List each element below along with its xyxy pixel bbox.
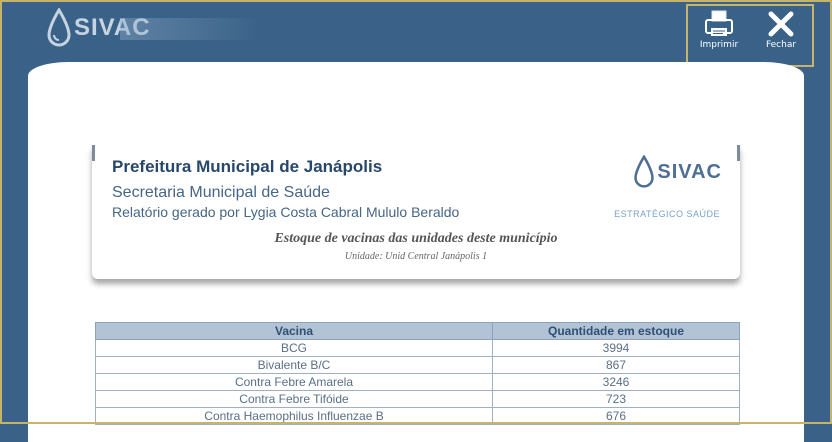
print-label: Imprimir xyxy=(699,40,739,50)
table-row: BCG 3994 xyxy=(95,339,740,357)
table-row: Bivalente B/C 867 xyxy=(95,356,740,374)
report-logo-tagline: ESTRATÉGICO SAÚDE xyxy=(614,209,720,219)
report-logo-text: SIVAC xyxy=(657,160,722,183)
report-heading: Estoque de vacinas das unidades deste mu… xyxy=(274,231,558,246)
vaccine-quantity: 723 xyxy=(492,390,740,408)
vaccine-quantity: 676 xyxy=(492,407,740,425)
toolbar: Imprimir Fechar xyxy=(686,4,814,67)
report-subtitle: Secretaria Municipal de Saúde xyxy=(112,184,330,201)
drop-logo-icon xyxy=(47,8,71,47)
column-header-quantity: Quantidade em estoque xyxy=(492,322,740,340)
table-row: Contra Haemophilus Influenzae B 676 xyxy=(95,407,740,425)
vaccine-quantity: 3246 xyxy=(492,373,740,391)
column-header-vaccine: Vacina xyxy=(95,322,493,340)
report-unit: Unidade: Unid Central Janápolis 1 xyxy=(344,251,488,262)
vaccine-name: Bivalente B/C xyxy=(95,356,493,374)
vaccine-quantity: 3994 xyxy=(492,339,740,357)
vaccine-name: Contra Haemophilus Influenzae B xyxy=(95,407,493,425)
report-author: Relatório gerado por Lygia Costa Cabral … xyxy=(112,204,460,220)
report-header-card: Prefeitura Municipal de Janápolis Secret… xyxy=(92,143,740,279)
vaccine-stock-table: Vacina Quantidade em estoque BCG 3994 Bi… xyxy=(95,322,740,425)
close-icon xyxy=(768,11,794,37)
report-title: Prefeitura Municipal de Janápolis xyxy=(112,157,383,176)
vaccine-name: Contra Febre Tifóide xyxy=(95,390,493,408)
vaccine-quantity: 867 xyxy=(492,356,740,374)
report-logo: SIVAC xyxy=(633,155,722,189)
table-row: Contra Febre Amarela 3246 xyxy=(95,373,740,391)
vaccine-name: Contra Febre Amarela xyxy=(95,373,493,391)
vaccine-name: BCG xyxy=(95,339,493,357)
close-label: Fechar xyxy=(765,40,797,50)
print-button[interactable]: Imprimir xyxy=(691,10,747,50)
printer-icon xyxy=(705,10,733,36)
table-header-row: Vacina Quantidade em estoque xyxy=(95,322,740,340)
table-row: Contra Febre Tifóide 723 xyxy=(95,390,740,408)
logo-decoration xyxy=(120,18,260,40)
close-button[interactable]: Fechar xyxy=(753,10,809,50)
drop-logo-icon xyxy=(634,155,655,188)
